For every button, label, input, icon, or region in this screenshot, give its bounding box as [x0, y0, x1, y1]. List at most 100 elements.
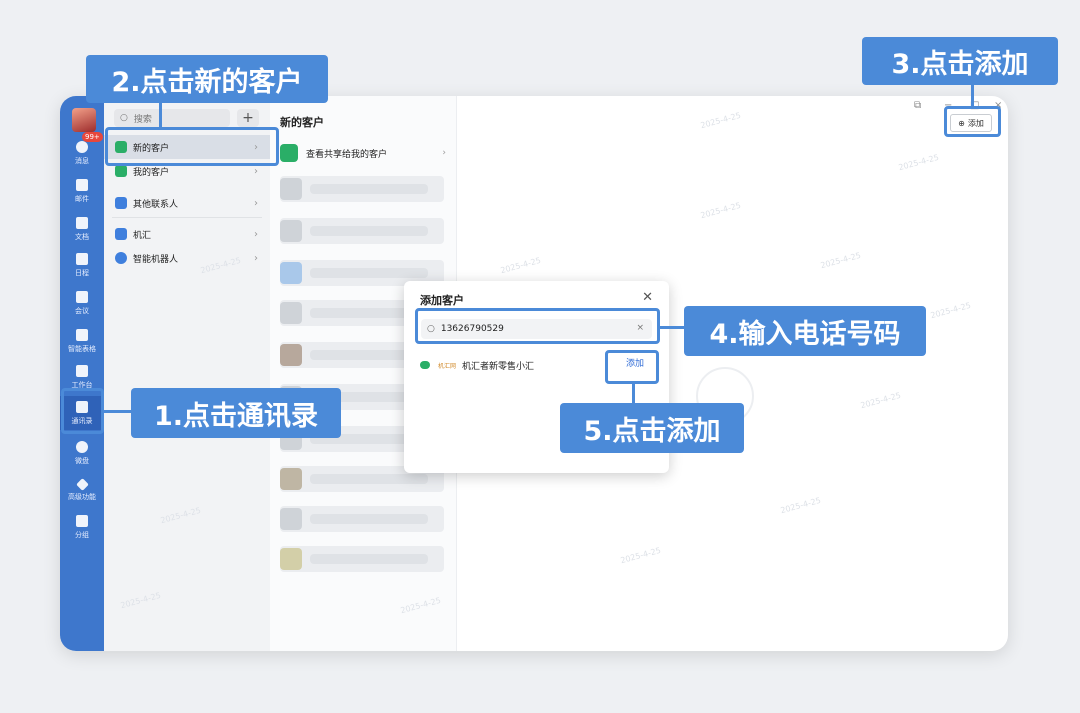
watermark: 2025-4-25	[499, 255, 542, 276]
sparkle-icon	[75, 478, 89, 491]
nav-label: 智能表格	[68, 344, 96, 353]
contacts-item-robots[interactable]: 智能机器人 ›	[104, 246, 270, 270]
nav-groups[interactable]: 分组	[60, 510, 104, 544]
watermark: 2025-4-25	[819, 250, 862, 271]
organization-icon	[115, 228, 127, 240]
blurred-text	[310, 184, 428, 194]
contacts-item-label: 智能机器人	[133, 254, 179, 265]
contacts-search-input[interactable]: ○ 搜索	[114, 109, 230, 127]
nav-label: 高级功能	[68, 493, 96, 501]
watermark: 2025-4-25	[859, 390, 902, 411]
link-icon	[115, 197, 127, 209]
leader-line	[104, 410, 132, 413]
wechat-icon	[115, 165, 127, 177]
watermark: 2025-4-25	[929, 300, 972, 321]
watermark: 2025-4-25	[619, 545, 662, 566]
nav-label: 分组	[75, 530, 89, 539]
nav-label: 文档	[75, 232, 89, 241]
chevron-right-icon: ›	[254, 165, 258, 177]
highlight-add-top	[944, 106, 1001, 137]
close-icon[interactable]: ✕	[642, 290, 653, 305]
search-icon: ○	[120, 113, 128, 123]
shared-customers-link[interactable]: 查看共享给我的客户 ›	[280, 142, 450, 164]
highlight-result-add	[605, 350, 659, 384]
avatar[interactable]	[72, 108, 96, 132]
highlight-phone-input	[415, 308, 660, 344]
contacts-item-label: 其他联系人	[133, 199, 179, 210]
nav-smart-sheet[interactable]: 智能表格	[60, 324, 104, 358]
nav-advanced[interactable]: 高级功能	[60, 474, 104, 508]
contacts-panel: ○ 搜索 + 新的客户 › 我的客户 › 其他联系人 › 机汇 › 智能机器人	[104, 96, 271, 651]
document-icon	[76, 216, 88, 229]
avatar	[280, 178, 302, 200]
add-button[interactable]: +	[237, 109, 259, 127]
nav-calendar[interactable]: 日程	[60, 248, 104, 282]
chevron-right-icon: ›	[442, 148, 446, 158]
highlight-contacts	[61, 388, 104, 434]
nav-label: 邮件	[75, 194, 89, 203]
result-name: 机汇者新零售小汇	[462, 361, 535, 372]
nav-rail: 99+ 消息 邮件 文档 日程 会议 智能表格 工作台 通讯录 微盘 高级功能 …	[60, 96, 104, 651]
leader-line	[659, 326, 685, 329]
contacts-item-label: 机汇	[133, 230, 152, 241]
watermark: 2025-4-25	[699, 110, 742, 131]
nav-messages[interactable]: 99+ 消息	[60, 132, 104, 170]
nav-label: 消息	[75, 156, 89, 165]
nav-label: 日程	[75, 268, 89, 277]
tag-icon	[76, 514, 88, 527]
callout-step-1: 1.点击通讯录	[131, 388, 341, 438]
avatar	[280, 508, 302, 530]
highlight-new-customers	[105, 127, 279, 166]
watermark: 2025-4-25	[779, 495, 822, 516]
contacts-item-other[interactable]: 其他联系人 ›	[104, 191, 270, 215]
chevron-right-icon: ›	[254, 228, 258, 240]
pin-icon[interactable]: ⧉	[914, 100, 921, 111]
dialog-title: 添加客户	[420, 294, 464, 307]
chat-icon	[76, 140, 88, 153]
chevron-right-icon: ›	[254, 252, 258, 264]
list-item[interactable]	[280, 506, 444, 532]
blurred-text	[310, 514, 428, 524]
avatar	[280, 262, 302, 284]
leader-line	[971, 84, 974, 108]
avatar	[280, 548, 302, 570]
robot-icon	[115, 252, 127, 264]
list-item[interactable]	[280, 218, 444, 244]
drive-icon	[76, 440, 88, 453]
share-icon	[280, 144, 298, 162]
nav-drive[interactable]: 微盘	[60, 436, 104, 470]
callout-step-5: 5.点击添加	[560, 403, 744, 453]
nav-label: 会议	[75, 306, 89, 315]
list-item[interactable]	[280, 176, 444, 202]
blurred-text	[310, 554, 428, 564]
avatar	[280, 344, 302, 366]
watermark: 2025-4-25	[897, 152, 940, 173]
blurred-text	[310, 226, 428, 236]
avatar	[280, 220, 302, 242]
leader-line	[632, 383, 635, 405]
calendar-icon	[76, 252, 88, 265]
shared-customers-label: 查看共享给我的客户	[306, 149, 388, 160]
apps-icon	[76, 364, 88, 377]
meeting-icon	[76, 290, 88, 303]
list-item[interactable]	[280, 546, 444, 572]
search-placeholder: 搜索	[133, 114, 152, 125]
unread-badge: 99+	[82, 132, 103, 142]
leader-line	[159, 102, 162, 128]
nav-mail[interactable]: 邮件	[60, 174, 104, 208]
divider	[112, 217, 262, 218]
nav-meeting[interactable]: 会议	[60, 286, 104, 320]
avatar	[280, 302, 302, 324]
page-title: 新的客户	[280, 116, 324, 129]
blurred-text	[310, 268, 428, 278]
avatar	[280, 468, 302, 490]
callout-step-3: 3.点击添加	[862, 37, 1058, 85]
contacts-item-jihui[interactable]: 机汇 ›	[104, 222, 270, 246]
wechat-icon	[420, 361, 430, 369]
result-tag: 机汇网	[438, 362, 457, 370]
callout-step-2: 2.点击新的客户	[86, 55, 328, 103]
watermark: 2025-4-25	[699, 200, 742, 221]
grid-icon	[76, 328, 88, 341]
nav-docs[interactable]: 文档	[60, 212, 104, 246]
chevron-right-icon: ›	[254, 197, 258, 209]
